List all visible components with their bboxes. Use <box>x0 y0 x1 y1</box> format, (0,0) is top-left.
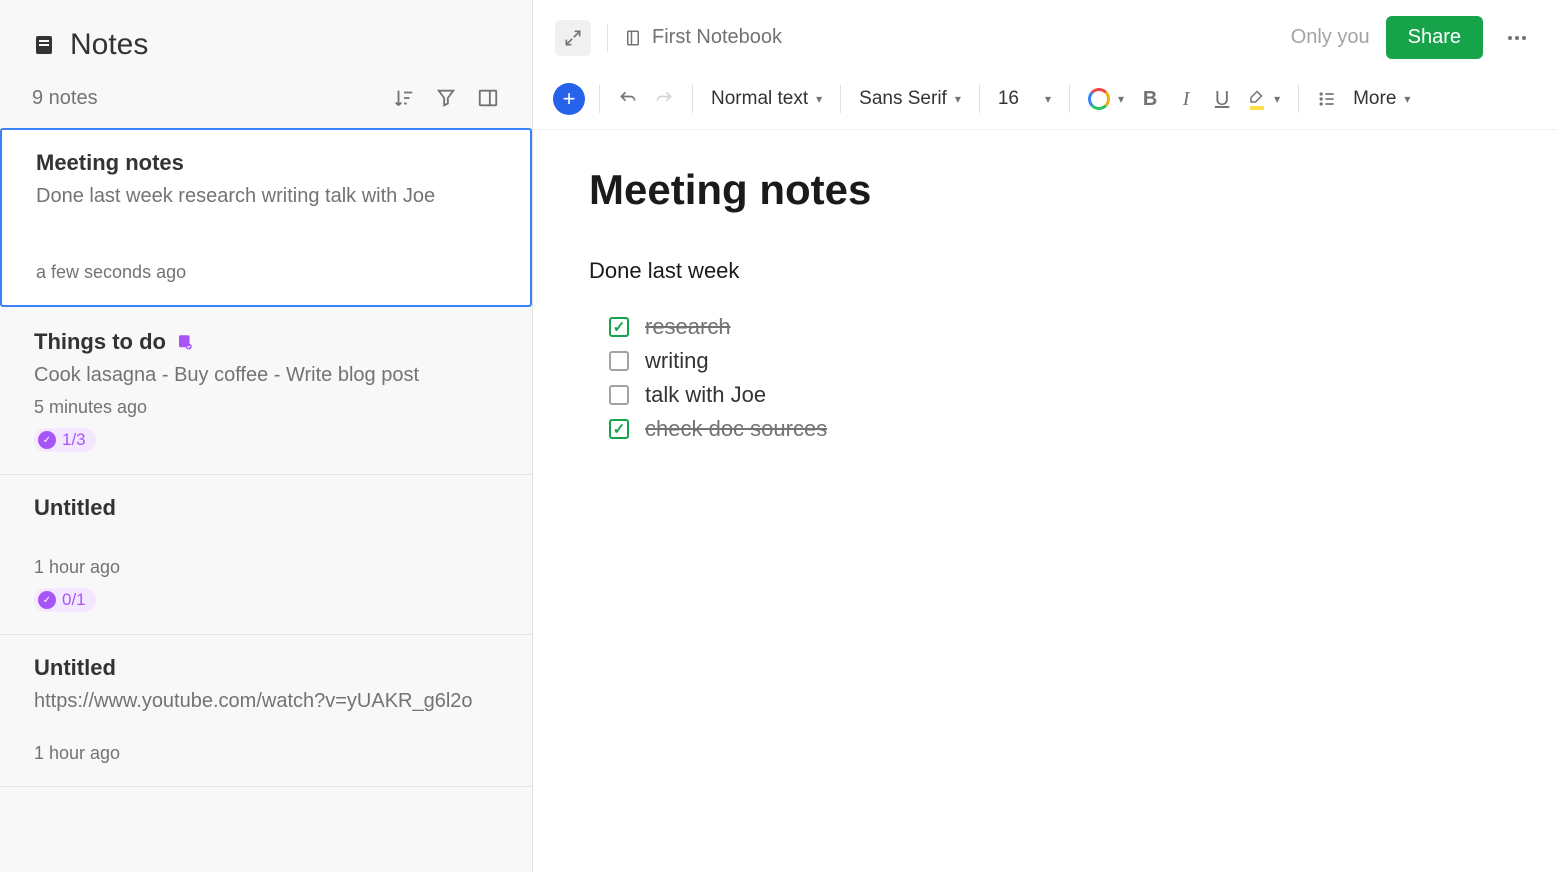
note-time: 1 hour ago <box>34 743 498 764</box>
note-count: 9 notes <box>32 87 98 110</box>
sidebar-title: Notes <box>70 28 148 62</box>
highlight-select[interactable]: ▾ <box>1244 90 1284 108</box>
expand-button[interactable] <box>555 20 591 56</box>
note-time: 1 hour ago <box>34 557 498 578</box>
insert-button[interactable]: + <box>553 83 585 115</box>
more-menu-icon[interactable] <box>1499 20 1535 56</box>
tasks-icon <box>176 333 194 351</box>
main-area: First Notebook Only you Share + Normal t… <box>533 0 1557 872</box>
task-progress-badge: 0/1 <box>34 588 96 612</box>
note-card[interactable]: Untitled https://www.youtube.com/watch?v… <box>0 635 532 787</box>
font-family-select[interactable]: Sans Serif▾ <box>855 88 965 110</box>
color-ring-icon <box>1088 88 1110 110</box>
note-card[interactable]: Things to do Cook lasagna - Buy coffee -… <box>0 309 532 475</box>
checkbox[interactable] <box>609 317 629 337</box>
note-title: Meeting notes <box>36 150 496 176</box>
checkbox[interactable] <box>609 351 629 371</box>
checkbox[interactable] <box>609 419 629 439</box>
italic-button[interactable]: I <box>1172 85 1200 113</box>
check-circle-icon <box>38 591 56 609</box>
divider <box>1069 85 1070 113</box>
checklist-item: check doc sources <box>609 416 1501 442</box>
divider <box>1298 85 1299 113</box>
notes-icon <box>32 33 56 57</box>
task-progress-badge: 1/3 <box>34 428 96 452</box>
checkbox[interactable] <box>609 385 629 405</box>
divider <box>607 24 608 52</box>
checklist-item: talk with Joe <box>609 382 1501 408</box>
editor-toolbar: + Normal text▾ Sans Serif▾ 16▾ ▾ B I U ▾… <box>533 75 1557 130</box>
checklist-text[interactable]: check doc sources <box>645 416 827 442</box>
divider <box>599 85 600 113</box>
check-circle-icon <box>38 431 56 449</box>
chevron-down-icon: ▾ <box>1118 92 1124 106</box>
divider <box>979 85 980 113</box>
divider <box>840 85 841 113</box>
note-preview: https://www.youtube.com/watch?v=yUAKR_g6… <box>34 687 498 715</box>
note-title: Things to do <box>34 329 498 355</box>
note-time: 5 minutes ago <box>34 397 498 418</box>
text-color-select[interactable]: ▾ <box>1084 88 1128 110</box>
view-toggle-icon[interactable] <box>476 86 500 110</box>
note-time: a few seconds ago <box>36 262 496 283</box>
font-size-select[interactable]: 16▾ <box>994 88 1055 110</box>
notebook-link[interactable]: First Notebook <box>624 26 782 49</box>
checklist-item: writing <box>609 348 1501 374</box>
note-preview: Done last week research writing talk wit… <box>36 182 496 210</box>
note-title: Untitled <box>34 655 498 681</box>
checklist-item: research <box>609 314 1501 340</box>
note-editor[interactable]: Meeting notes Done last week research wr… <box>533 130 1557 872</box>
more-formatting-select[interactable]: More▾ <box>1349 88 1414 110</box>
bullet-list-button[interactable] <box>1313 85 1341 113</box>
chevron-down-icon: ▾ <box>955 92 961 106</box>
share-button[interactable]: Share <box>1386 16 1483 59</box>
chevron-down-icon: ▾ <box>1274 92 1280 106</box>
undo-button[interactable] <box>614 85 642 113</box>
checklist-text[interactable]: research <box>645 314 731 340</box>
paragraph-style-select[interactable]: Normal text▾ <box>707 88 826 110</box>
sidebar-subheader: 9 notes <box>0 76 532 128</box>
notes-sidebar: Notes 9 notes Meeting notes Done last we… <box>0 0 533 872</box>
section-text[interactable]: Done last week <box>589 258 1501 284</box>
notes-list: Meeting notes Done last week research wr… <box>0 128 532 872</box>
note-card[interactable]: Meeting notes Done last week research wr… <box>0 128 532 307</box>
checklist-text[interactable]: writing <box>645 348 709 374</box>
notebook-icon <box>624 28 642 48</box>
sort-icon[interactable] <box>392 86 416 110</box>
redo-button[interactable] <box>650 85 678 113</box>
note-title: Untitled <box>34 495 498 521</box>
note-card[interactable]: Untitled 1 hour ago 0/1 <box>0 475 532 635</box>
chevron-down-icon: ▾ <box>1404 92 1410 106</box>
underline-button[interactable]: U <box>1208 85 1236 113</box>
note-title-heading[interactable]: Meeting notes <box>589 166 1501 214</box>
divider <box>692 85 693 113</box>
bold-button[interactable]: B <box>1136 85 1164 113</box>
subheader-actions <box>392 86 500 110</box>
chevron-down-icon: ▾ <box>816 92 822 106</box>
note-preview: Cook lasagna - Buy coffee - Write blog p… <box>34 361 498 389</box>
filter-icon[interactable] <box>434 86 458 110</box>
highlighter-icon <box>1248 90 1266 108</box>
checklist-text[interactable]: talk with Joe <box>645 382 766 408</box>
topbar: First Notebook Only you Share <box>533 0 1557 75</box>
checklist: research writing talk with Joe check doc… <box>589 314 1501 442</box>
visibility-label: Only you <box>1291 26 1370 49</box>
chevron-down-icon: ▾ <box>1045 92 1051 106</box>
sidebar-header: Notes <box>0 0 532 76</box>
